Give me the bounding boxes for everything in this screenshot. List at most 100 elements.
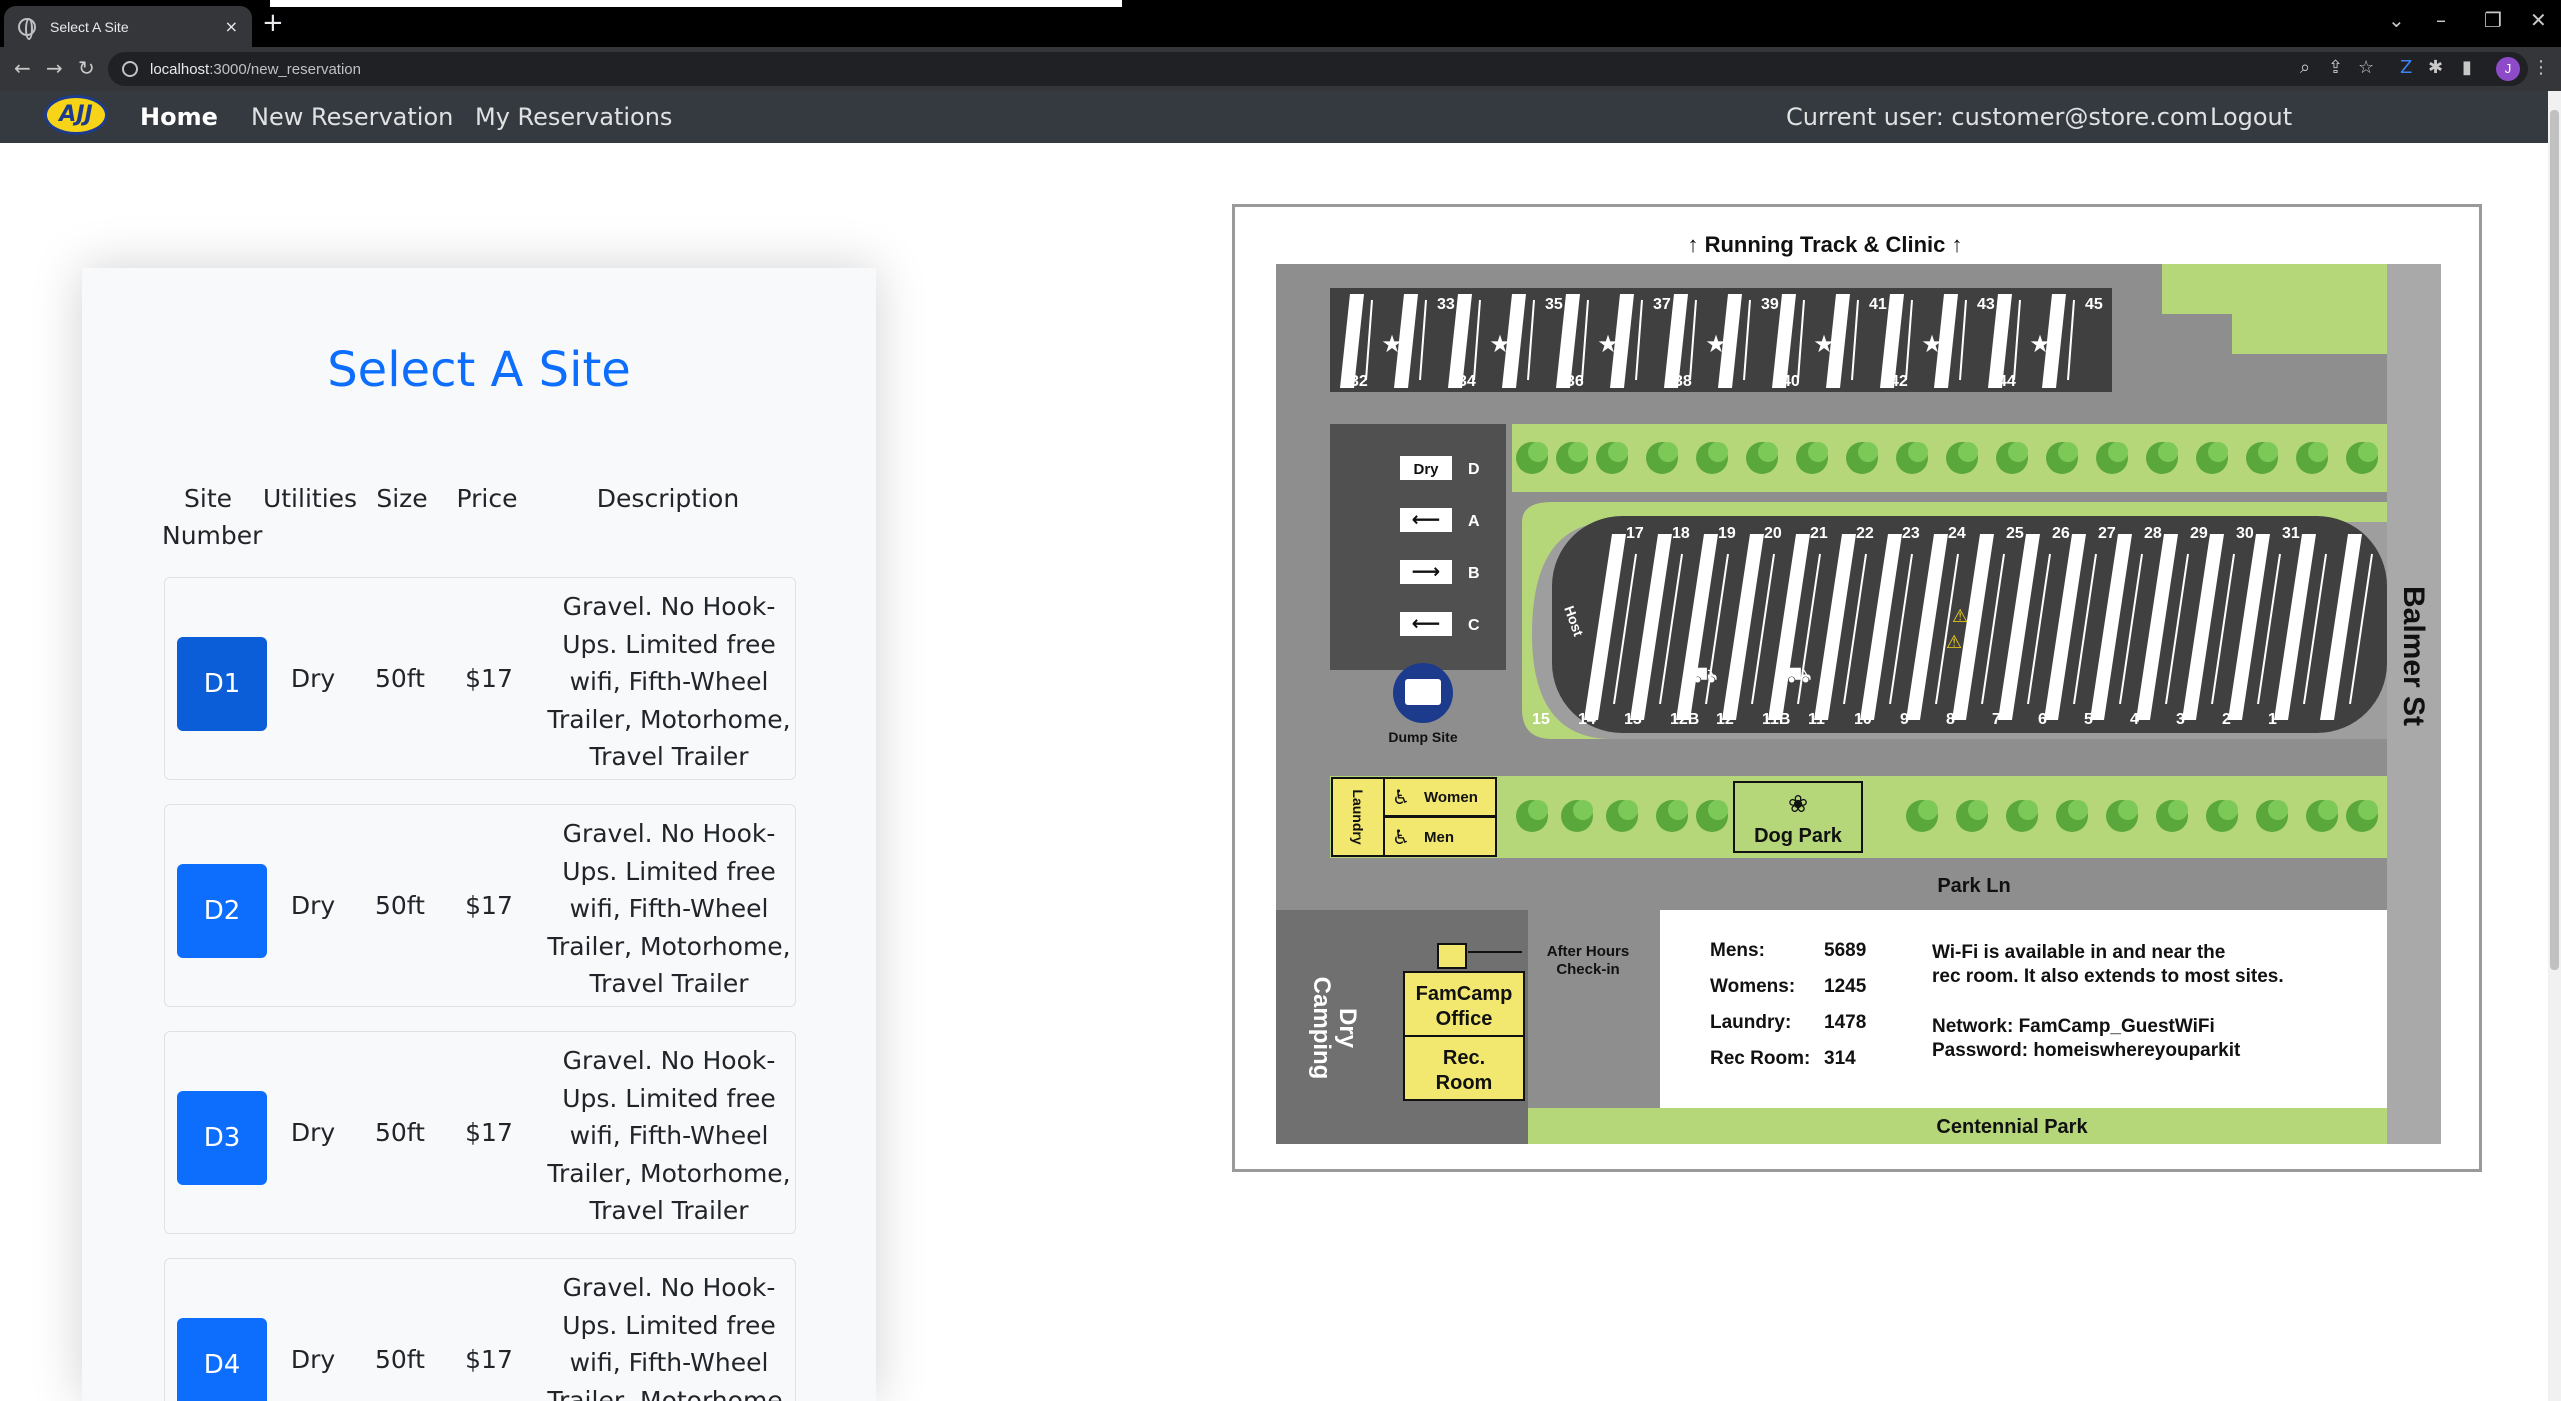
reload-icon[interactable]: ↻ xyxy=(78,56,95,80)
tree-highlight xyxy=(2318,800,2338,820)
site-number: 25 xyxy=(2006,525,2024,542)
minimize-icon[interactable]: – xyxy=(2436,8,2446,32)
tree-highlight xyxy=(1668,800,1688,820)
scrollbar-thumb[interactable] xyxy=(2550,110,2559,970)
restore-icon[interactable]: ❐ xyxy=(2484,8,2502,32)
extensions-puzzle-icon[interactable]: ✱ xyxy=(2428,57,2443,78)
tree-highlight xyxy=(2068,800,2088,820)
site-number: 38 xyxy=(1674,373,1692,390)
star-icon: ★ xyxy=(1813,330,1835,358)
dry-camping-label-1: Dry xyxy=(1334,1008,1361,1049)
tree-highlight xyxy=(1708,800,1728,820)
rv-glyph xyxy=(1405,679,1441,705)
site-number: 9 xyxy=(1900,711,1909,728)
profile-avatar[interactable]: J xyxy=(2496,57,2520,81)
star-icon: ★ xyxy=(1381,330,1403,358)
site-number: 19 xyxy=(1718,525,1736,542)
after-hours-label: After Hours xyxy=(1547,943,1630,960)
description-cell: Gravel. No Hook-Ups. Limited free wifi, … xyxy=(547,1273,791,1401)
nav-home-link[interactable]: Home xyxy=(140,103,218,131)
site-number: 4 xyxy=(2130,711,2139,728)
site-d2-button[interactable]: D2 xyxy=(177,864,267,958)
site-number: 11 xyxy=(1808,711,1825,728)
site-number: 23 xyxy=(1902,525,1920,542)
site-number: 26 xyxy=(2052,525,2070,542)
browser-toolbar: ← → ↻ localhost:3000/new_reservation ⌕ ⇪… xyxy=(0,47,2561,91)
paw-icon: ❀ xyxy=(1788,790,1808,818)
tree-highlight xyxy=(1528,442,1548,462)
balmer-st-label: Balmer St xyxy=(2397,586,2430,726)
lane-a-label: A xyxy=(1468,513,1480,530)
browser-tab-strip: Select A Site × + ⌄ – ❐ ✕ xyxy=(0,0,2561,47)
site-number: 12 xyxy=(1716,711,1734,728)
zoom-icon[interactable]: ⌕ xyxy=(2300,57,2310,78)
site-number: 44 xyxy=(1998,373,2016,390)
nav-new-reservation-link[interactable]: New Reservation xyxy=(251,103,453,131)
site-number: 1 xyxy=(2268,711,2277,728)
code-value: 1478 xyxy=(1824,1012,1866,1033)
site-number: 2 xyxy=(2222,711,2231,728)
address-bar[interactable]: localhost:3000/new_reservation xyxy=(108,52,2528,86)
arrow-right-icon: ⟶ xyxy=(1412,559,1441,583)
utilities-cell: Dry xyxy=(290,1345,336,1374)
office-label-1: FamCamp xyxy=(1416,983,1513,1005)
tree-highlight xyxy=(2158,442,2178,462)
site-d4-button[interactable]: D4 xyxy=(177,1318,267,1401)
rec-room-label-2: Room xyxy=(1436,1072,1493,1094)
lane-c-label: C xyxy=(1468,617,1480,634)
tree-highlight xyxy=(1618,800,1638,820)
person-icon: ♿ xyxy=(1392,785,1410,809)
office-label-2: Office xyxy=(1436,1008,1493,1030)
star-icon: ★ xyxy=(1921,330,1943,358)
logout-link[interactable]: Logout xyxy=(2210,103,2292,131)
tree-highlight xyxy=(2358,800,2378,820)
site-number: 7 xyxy=(1992,711,2001,728)
site-info-icon[interactable] xyxy=(122,61,138,77)
tree-highlight xyxy=(2018,800,2038,820)
forward-icon[interactable]: → xyxy=(46,56,63,80)
code-label: Mens: xyxy=(1710,940,1765,961)
middle-top-site-numbers: 17 18 19 20 21 22 23 24 25 26 27 28 29 30 31 xyxy=(1626,525,2300,542)
header-price: Price xyxy=(456,484,518,513)
site-number: 27 xyxy=(2098,525,2116,542)
extension-z-icon[interactable]: Z xyxy=(2400,57,2412,78)
site-number: 13 xyxy=(1624,711,1642,728)
share-icon[interactable]: ⇪ xyxy=(2328,57,2343,78)
back-icon[interactable]: ← xyxy=(14,56,31,80)
bookmark-star-icon[interactable]: ☆ xyxy=(2358,57,2374,78)
site-number: 18 xyxy=(1672,525,1690,542)
tree-highlight xyxy=(1658,442,1678,462)
price-cell: $17 xyxy=(465,664,513,693)
header-description: Description xyxy=(596,484,740,513)
rec-room-label-1: Rec. xyxy=(1443,1047,1485,1069)
star-icon: ★ xyxy=(1597,330,1619,358)
dog-park-label: Dog Park xyxy=(1754,825,1843,847)
star-icon: ★ xyxy=(2029,330,2051,358)
description-cell: Gravel. No Hook-Ups. Limited free wifi, … xyxy=(547,592,791,771)
site-number: 45 xyxy=(2085,296,2103,313)
wifi-info-panel xyxy=(1660,910,2387,1108)
tab-close-icon[interactable]: × xyxy=(225,17,238,36)
tab-title: Select A Site xyxy=(50,18,129,35)
app-navbar: AJJ Home New Reservation My Reservations… xyxy=(0,91,2548,143)
lane-d-label: D xyxy=(1468,461,1480,478)
site-number: 17 xyxy=(1626,525,1644,542)
header-utilities: Utilities xyxy=(262,484,358,513)
site-d1-button[interactable]: D1 xyxy=(177,637,267,731)
header-size: Size xyxy=(376,484,428,513)
menu-kebab-icon[interactable]: ⋮ xyxy=(2532,57,2550,78)
new-tab-button[interactable]: + xyxy=(262,8,284,38)
code-label: Womens: xyxy=(1710,976,1795,997)
site-number: 36 xyxy=(1566,373,1584,390)
site-d3-button[interactable]: D3 xyxy=(177,1091,267,1185)
side-panel-icon[interactable]: ▮ xyxy=(2462,57,2472,78)
code-label: Rec Room: xyxy=(1710,1048,1810,1069)
brand-logo[interactable]: AJJ xyxy=(44,95,108,135)
tab-search-icon[interactable]: ⌄ xyxy=(2388,8,2405,32)
site-number: 33 xyxy=(1437,296,1455,313)
browser-tab[interactable]: Select A Site × xyxy=(4,6,252,47)
camper-icon: ⛟ xyxy=(1784,663,1812,688)
nav-my-reservations-link[interactable]: My Reservations xyxy=(475,103,672,131)
close-window-icon[interactable]: ✕ xyxy=(2530,8,2547,32)
check-in-kiosk xyxy=(1437,943,1467,969)
